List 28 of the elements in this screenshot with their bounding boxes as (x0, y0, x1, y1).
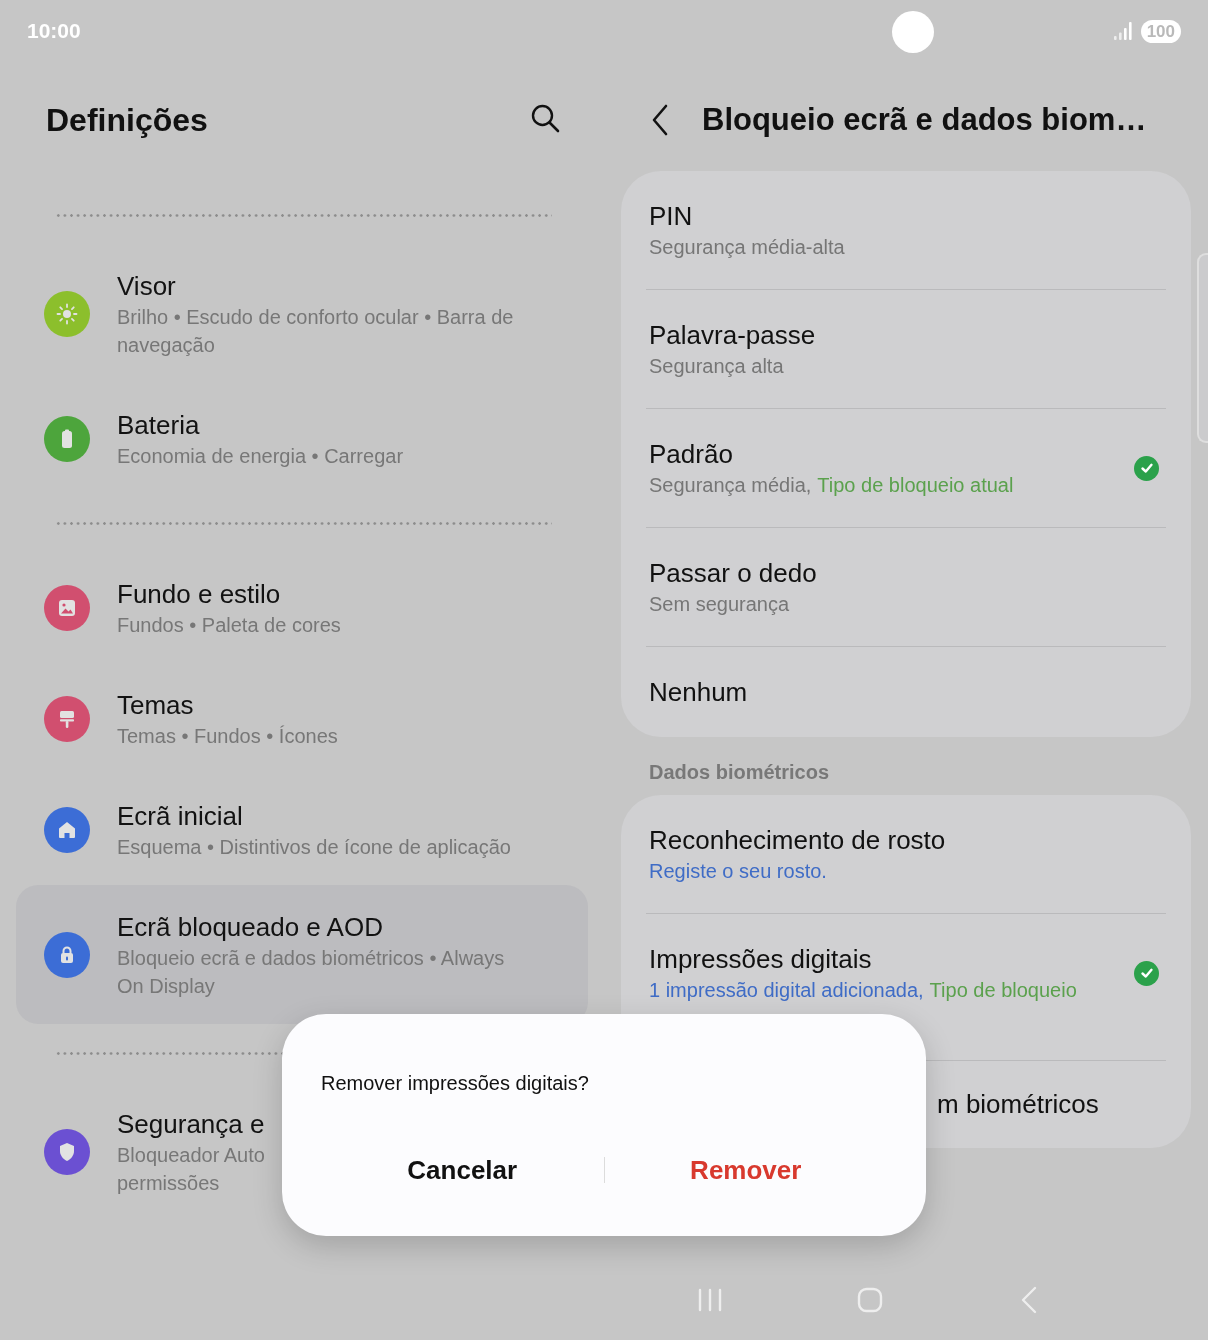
home-icon[interactable] (857, 1287, 883, 1313)
settings-item[interactable]: Ecrã inicial Esquema • Distintivos de ícone de aplicação (16, 774, 527, 885)
settings-item[interactable]: Ecrã bloqueado e AOD Bloqueio ecrã e dados biométricos • Always On Display (16, 885, 588, 1024)
settings-item[interactable]: Visor Brilho • Escudo de conforto ocular • Barra de navegação (16, 244, 530, 383)
settings-item[interactable]: Bateria Economia de energia • Carregar (16, 383, 420, 494)
settings-item[interactable]: Fundo e estilo Fundos • Paleta de cores (16, 552, 357, 663)
settings-option[interactable]: Nenhum (621, 647, 1191, 737)
signal-icon (1113, 22, 1132, 40)
search-icon[interactable] (530, 103, 560, 133)
settings-option[interactable]: m biométricos (937, 1061, 1099, 1148)
recents-icon[interactable] (697, 1288, 723, 1312)
status-time: 10:00 (27, 18, 81, 44)
dialog-message: Remover impressões digitais? (321, 1071, 589, 1096)
settings-option[interactable]: Palavra-passe Segurança alta (621, 290, 1191, 408)
settings-option[interactable]: Reconhecimento de rosto Registe o seu rosto. (621, 795, 1191, 913)
settings-option[interactable]: Passar o dedo Sem segurança (621, 528, 1191, 646)
settings-option[interactable]: Padrão Segurança média, Tipo de bloqueio atual (621, 409, 1191, 527)
camera-cutout (892, 11, 934, 53)
page-title: Definições (46, 101, 208, 140)
back-icon[interactable] (650, 103, 670, 137)
remove-button[interactable]: Remover (604, 1142, 887, 1198)
settings-item[interactable]: Segurança e Bloqueador Auto permissões (16, 1082, 281, 1221)
cancel-button[interactable]: Cancelar (321, 1142, 604, 1198)
section-header: Dados biométricos (649, 760, 830, 785)
page-title: Bloqueio ecrã e dados biom… (702, 101, 1147, 139)
settings-item[interactable]: Temas Temas • Fundos • Ícones (16, 663, 354, 774)
battery-indicator: 100 (1140, 19, 1181, 43)
settings-option[interactable]: PIN Segurança média-alta (621, 171, 1191, 289)
